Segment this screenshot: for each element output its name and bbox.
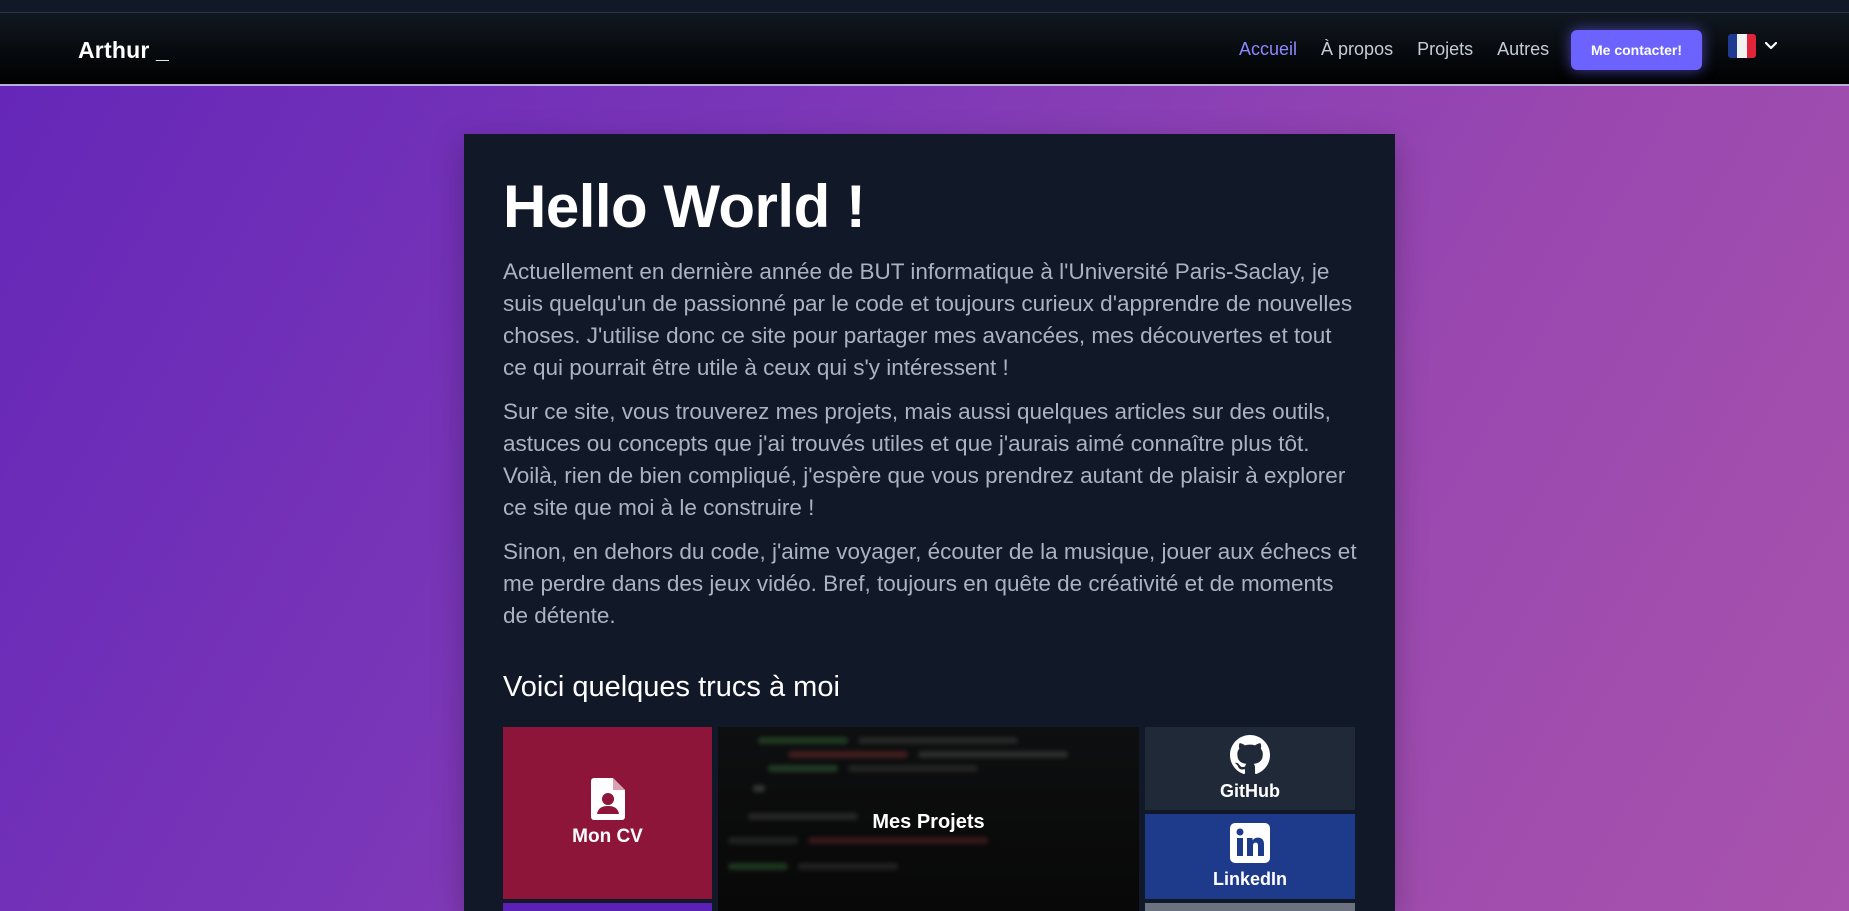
intro-paragraph-2: Sur ce site, vous trouverez mes projets,… — [503, 399, 1346, 520]
browser-top-strip — [0, 0, 1849, 13]
intro-paragraph-1: Actuellement en dernière année de BUT in… — [503, 259, 1353, 380]
contact-button[interactable]: Me contacter! — [1571, 30, 1702, 70]
navbar: Arthur _ Accueil À propos Projets Autres… — [0, 13, 1849, 86]
intro-paragraph-3: Sinon, en dehors du code, j'aime voyager… — [503, 539, 1357, 628]
cv-tile-label: Mon CV — [572, 826, 643, 847]
nav-link-a-propos[interactable]: À propos — [1321, 39, 1393, 60]
github-tile[interactable]: GitHub — [1145, 727, 1355, 810]
gray-tile-partial[interactable] — [1145, 903, 1355, 911]
linkedin-icon — [1230, 823, 1270, 863]
france-flag-icon — [1728, 34, 1756, 58]
purple-tile-partial[interactable] — [503, 903, 712, 911]
chevron-down-icon — [1765, 42, 1777, 50]
projects-tile[interactable]: Mes Projets — [718, 727, 1139, 911]
file-user-icon — [590, 778, 625, 820]
intro-card: Hello World ! Actuellement en dernière a… — [464, 134, 1395, 911]
page-title: Hello World ! — [503, 173, 866, 240]
section-subtitle: Voici quelques trucs à moi — [503, 671, 840, 703]
projects-tile-label: Mes Projets — [872, 810, 985, 833]
linkedin-tile[interactable]: LinkedIn — [1145, 814, 1355, 899]
linkedin-tile-label: LinkedIn — [1212, 869, 1287, 889]
nav-link-autres[interactable]: Autres — [1497, 39, 1549, 60]
language-selector[interactable] — [1728, 34, 1777, 58]
nav-link-projets[interactable]: Projets — [1417, 39, 1473, 60]
nav-link-accueil[interactable]: Accueil — [1239, 39, 1297, 60]
cv-tile[interactable]: Mon CV — [503, 727, 712, 899]
github-tile-label: GitHub — [1220, 781, 1280, 801]
brand-logo[interactable]: Arthur _ — [78, 37, 169, 64]
nav-links: Accueil À propos Projets Autres — [1239, 39, 1549, 60]
github-icon — [1230, 735, 1270, 775]
